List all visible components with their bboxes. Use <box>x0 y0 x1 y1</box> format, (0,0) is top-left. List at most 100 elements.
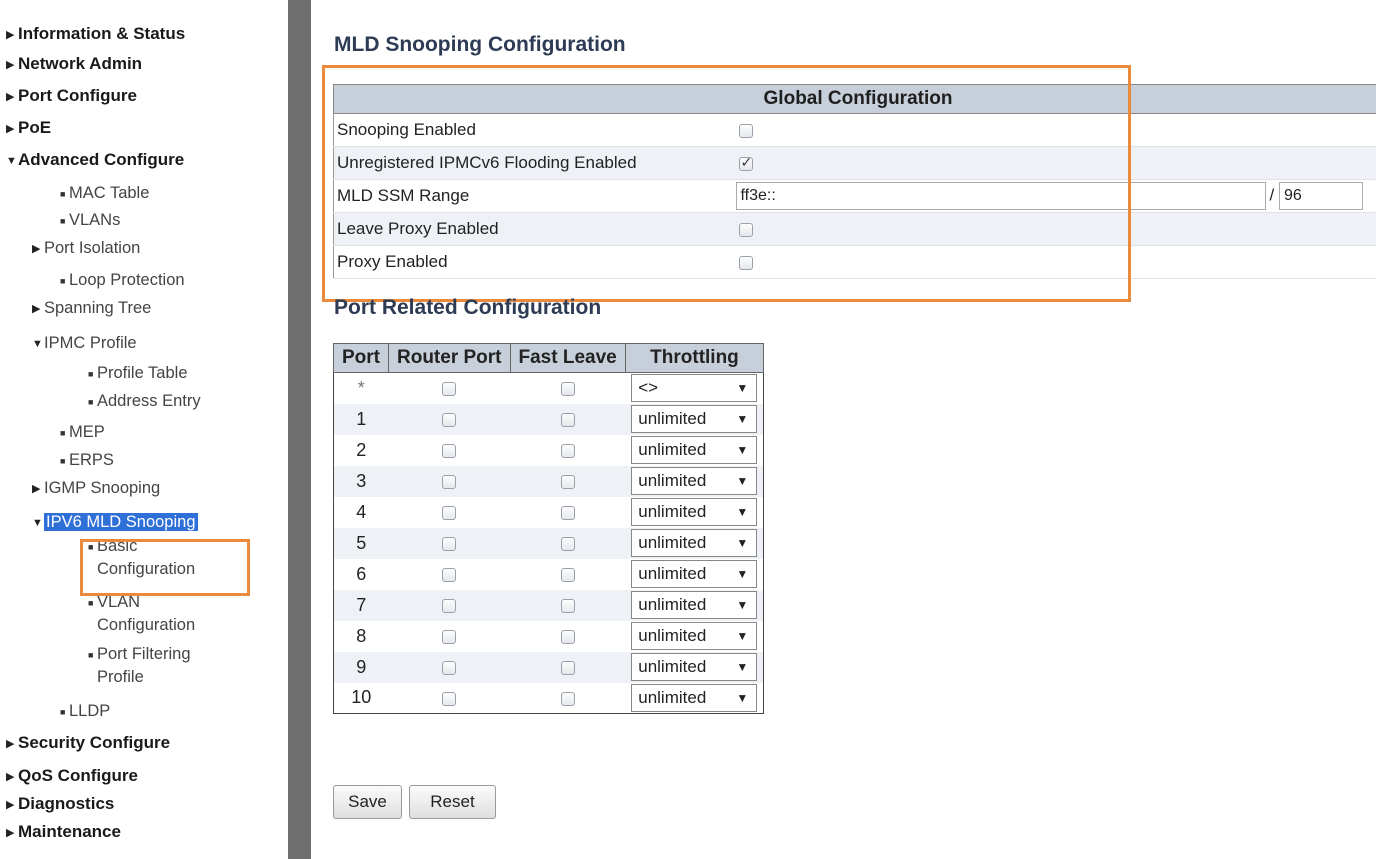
router-port-checkbox[interactable] <box>442 505 457 520</box>
table-row: 5 unlimited ▼ <box>333 527 764 559</box>
sidebar-item-ipv6-mld-snooping[interactable]: ▼ IPV6 MLD Snooping <box>32 511 198 534</box>
fast-leave-checkbox[interactable] <box>560 443 575 458</box>
sidebar-item-igmp-snooping[interactable]: ▶ IGMP Snooping <box>32 477 160 500</box>
collapsed-arrow-icon: ▶ <box>6 798 15 811</box>
router-port-checkbox[interactable] <box>442 412 457 427</box>
sidebar-item-label: Spanning Tree <box>44 299 152 317</box>
collapsed-arrow-icon: ▶ <box>6 122 15 135</box>
fast-leave-cell <box>510 620 626 652</box>
sidebar-item-lldp[interactable]: ■ LLDP <box>60 700 110 723</box>
sidebar-item-vlan[interactable]: ■ VLAN Configuration <box>88 591 195 636</box>
throttling-select[interactable]: unlimited ▼ <box>631 560 758 588</box>
throttling-cell: unlimited ▼ <box>625 589 764 621</box>
throttling-select[interactable]: unlimited ▼ <box>631 436 758 464</box>
sidebar-item-spanning-tree[interactable]: ▶ Spanning Tree <box>32 297 151 320</box>
sidebar-item-port-isolation[interactable]: ▶ Port Isolation <box>32 237 140 260</box>
bullet-icon: ■ <box>88 649 94 660</box>
table-row: 8 unlimited ▼ <box>333 620 764 652</box>
bullet-icon: ■ <box>60 215 66 226</box>
sidebar-item-label: IPMC Profile <box>44 334 137 352</box>
router-port-checkbox[interactable] <box>442 598 457 613</box>
router-port-cell <box>388 372 510 404</box>
fast-leave-cell <box>510 558 626 590</box>
fast-leave-checkbox[interactable] <box>560 567 575 582</box>
sidebar-item-diagnostics[interactable]: ▶ Diagnostics <box>6 793 114 816</box>
fast-leave-cell <box>510 589 626 621</box>
sidebar-item-network-admin[interactable]: ▶ Network Admin <box>6 53 142 76</box>
sidebar-item-label: Network Admin <box>18 54 143 73</box>
fast-leave-checkbox[interactable] <box>560 691 575 706</box>
sidebar-item-label: Maintenance <box>18 822 121 841</box>
sidebar-item-address-entry[interactable]: ■ Address Entry <box>88 390 201 413</box>
fast-leave-checkbox[interactable] <box>560 629 575 644</box>
collapsed-arrow-icon: ▶ <box>6 770 15 783</box>
port-number: 3 <box>333 465 389 497</box>
fast-leave-checkbox[interactable] <box>560 382 575 396</box>
router-port-checkbox[interactable] <box>442 474 457 489</box>
sidebar-item-mep[interactable]: ■ MEP <box>60 421 105 444</box>
dropdown-arrow-icon: ▼ <box>736 381 749 396</box>
router-port-checkbox[interactable] <box>442 443 457 458</box>
throttling-select[interactable]: unlimited ▼ <box>631 529 758 557</box>
throttling-select[interactable]: unlimited ▼ <box>631 467 758 495</box>
router-port-checkbox[interactable] <box>442 660 457 675</box>
throttling-select[interactable]: <> ▼ <box>631 374 758 403</box>
router-port-checkbox[interactable] <box>442 382 457 396</box>
sidebar-item-information-status[interactable]: ▶ Information & Status <box>6 23 185 46</box>
fast-leave-checkbox[interactable] <box>560 660 575 675</box>
dropdown-arrow-icon: ▼ <box>736 598 749 612</box>
sidebar-item-label: Diagnostics <box>18 794 115 813</box>
sidebar-item-maintenance[interactable]: ▶ Maintenance <box>6 821 121 844</box>
fast-leave-checkbox[interactable] <box>560 474 575 489</box>
throttling-cell: unlimited ▼ <box>625 527 764 559</box>
save-button[interactable]: Save <box>333 785 402 819</box>
sidebar-item-ipmc-profile[interactable]: ▼IPMC Profile <box>32 332 137 355</box>
table-row: 4 unlimited ▼ <box>333 496 764 528</box>
sidebar-item-label: Profile Table <box>97 364 188 382</box>
throttling-select[interactable]: unlimited ▼ <box>631 622 758 650</box>
port-configuration-table: Port Router Port Fast Leave Throttling *… <box>333 343 765 714</box>
sidebar-nav: ▶ Information & Status ▶ Network Admin ▶ Port… <box>0 0 288 859</box>
collapsed-arrow-icon: ▶ <box>6 826 15 839</box>
sidebar-item-vlans[interactable]: ■ VLANs <box>60 209 120 232</box>
throttling-select[interactable]: unlimited ▼ <box>631 653 758 681</box>
sidebar-item-qos-configure[interactable]: ▶ QoS Configure <box>6 765 138 788</box>
throttling-select[interactable]: unlimited ▼ <box>631 498 758 526</box>
sidebar-item-poe[interactable]: ▶ PoE <box>6 117 51 140</box>
fast-leave-checkbox[interactable] <box>560 412 575 427</box>
router-port-cell <box>388 527 510 559</box>
throttling-select[interactable]: unlimited ▼ <box>631 683 758 712</box>
sidebar-item-security-configure[interactable]: ▶ Security Configure <box>6 732 170 755</box>
sidebar-item-profile-table[interactable]: ■ Profile Table <box>88 362 188 385</box>
fast-leave-checkbox[interactable] <box>560 598 575 613</box>
throttling-cell: unlimited ▼ <box>625 558 764 590</box>
sidebar-item-loop-protection[interactable]: ■ Loop Protection <box>60 269 185 292</box>
router-port-checkbox[interactable] <box>442 567 457 582</box>
table-row: * <> ▼ <box>333 372 764 404</box>
router-port-cell <box>388 434 510 466</box>
sidebar-item-advanced-configure[interactable]: ▼Advanced Configure <box>6 149 184 172</box>
sidebar-item-port-configure[interactable]: ▶ Port Configure <box>6 85 137 108</box>
ssm-range-separator: / <box>1269 185 1275 205</box>
sidebar-divider[interactable] <box>288 0 311 859</box>
sidebar-item-mac-table[interactable]: ■ MAC Table <box>60 182 149 205</box>
router-port-checkbox[interactable] <box>442 691 457 706</box>
ssm-range-prefix-input[interactable]: 96 <box>1278 182 1363 210</box>
dropdown-arrow-icon: ▼ <box>736 443 749 457</box>
throttling-select[interactable]: unlimited ▼ <box>631 405 758 433</box>
router-port-checkbox[interactable] <box>442 536 457 551</box>
router-port-cell <box>388 558 510 590</box>
router-port-cell <box>388 682 510 714</box>
collapsed-arrow-icon: ▶ <box>6 737 15 750</box>
fast-leave-checkbox[interactable] <box>560 536 575 551</box>
reset-button[interactable]: Reset <box>409 785 496 819</box>
throttling-value: unlimited <box>638 564 707 583</box>
sidebar-item-erps[interactable]: ■ ERPS <box>60 449 114 472</box>
sidebar-item-port-filtering[interactable]: ■ Port Filtering Profile <box>88 643 191 688</box>
sidebar-item-label: Loop Protection <box>69 271 185 289</box>
throttling-select[interactable]: unlimited ▼ <box>631 591 758 619</box>
highlight-box-basic-configuration <box>80 539 250 596</box>
router-port-checkbox[interactable] <box>442 629 457 644</box>
fast-leave-checkbox[interactable] <box>560 505 575 520</box>
sidebar-item-label: Address Entry <box>97 392 201 410</box>
